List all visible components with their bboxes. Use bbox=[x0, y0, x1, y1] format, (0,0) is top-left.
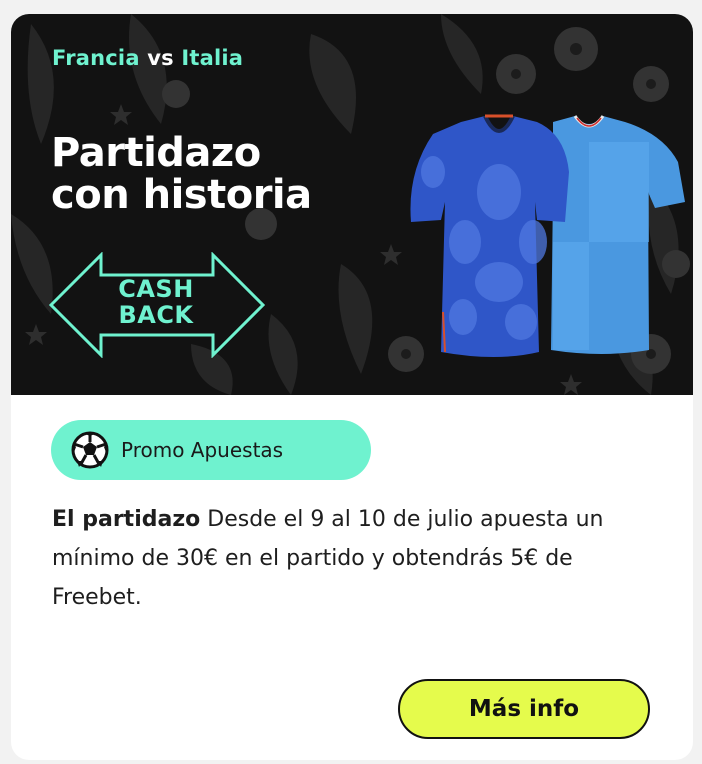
cashback-line-2: BACK bbox=[118, 301, 194, 329]
headline-line-1: Partidazo bbox=[51, 130, 261, 176]
team-away: Italia bbox=[181, 46, 244, 70]
cashback-line-1: CASH bbox=[118, 275, 194, 303]
headline-line-2: con historia bbox=[51, 172, 312, 218]
promo-card: Francia vs Italia Partidazo con historia… bbox=[11, 14, 693, 760]
france-jersey bbox=[410, 114, 569, 357]
promo-tag-label: Promo Apuestas bbox=[121, 438, 284, 462]
promo-title: El partidazo bbox=[52, 507, 201, 532]
banner-headline: Partidazo con historia bbox=[51, 132, 312, 216]
promo-banner: Francia vs Italia Partidazo con historia… bbox=[11, 14, 693, 395]
soccer-ball-icon bbox=[71, 431, 109, 469]
jerseys-image bbox=[410, 114, 685, 357]
team-home: Francia bbox=[52, 46, 140, 70]
more-info-button[interactable]: Más info bbox=[398, 679, 650, 739]
promo-description: El partidazo Desde el 9 al 10 de julio a… bbox=[52, 500, 662, 617]
italy-jersey bbox=[551, 115, 685, 354]
match-title: Francia vs Italia bbox=[52, 46, 243, 70]
vs-label: vs bbox=[147, 46, 174, 70]
promo-tag: Promo Apuestas bbox=[51, 420, 371, 480]
cashback-badge: CASH BACK bbox=[49, 252, 269, 358]
